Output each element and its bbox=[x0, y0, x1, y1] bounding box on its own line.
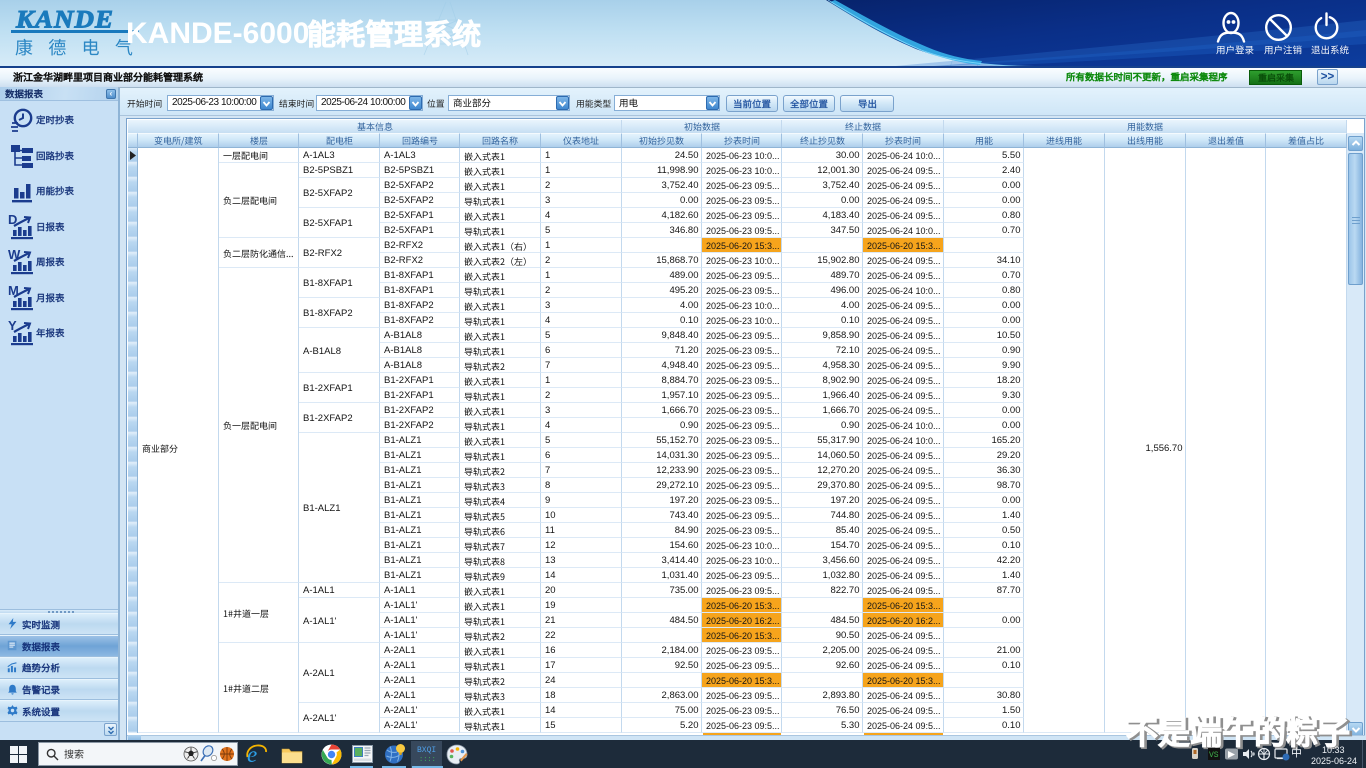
svg-text:VS: VS bbox=[1209, 751, 1219, 760]
svg-text:::::: :::: bbox=[419, 756, 436, 764]
svg-text:BXQI: BXQI bbox=[417, 746, 436, 755]
